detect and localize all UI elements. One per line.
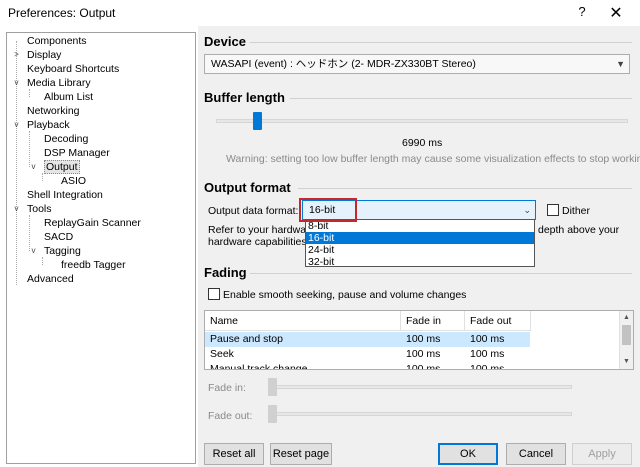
apply-button[interactable]: Apply: [572, 443, 632, 465]
tree-item-label: Networking: [27, 105, 80, 117]
column-header-fade-in[interactable]: Fade in: [401, 311, 465, 331]
tree-item-label: Album List: [44, 91, 94, 103]
device-select-value: WASAPI (event) : ヘッドホン (2- MDR-ZX330BT S…: [211, 58, 476, 70]
refer-text-line1-tail: depth above your: [538, 224, 620, 236]
device-heading: Device: [204, 34, 246, 49]
refer-text-line2: hardware capabilities w: [208, 236, 318, 248]
tree-item-media-library[interactable]: Media Library: [11, 76, 91, 90]
fading-heading: Fading: [204, 265, 247, 280]
title-bar: Preferences: Output ? ✕: [0, 0, 640, 26]
tree-item-label: Advanced: [27, 273, 74, 285]
dither-checkbox[interactable]: [547, 204, 559, 216]
output-format-dropdown[interactable]: 8-bit 16-bit 24-bit 32-bit: [305, 219, 535, 268]
smooth-seeking-label: Enable smooth seeking, pause and volume …: [223, 289, 467, 301]
tree-item-label: SACD: [44, 231, 74, 243]
tree-item-shell-integration[interactable]: Shell Integration: [11, 188, 103, 202]
buffer-heading: Buffer length: [204, 90, 285, 105]
close-button[interactable]: ✕: [604, 3, 628, 23]
column-header-name[interactable]: Name: [205, 311, 401, 331]
table-cell-fade-out[interactable]: 100 ms: [465, 332, 531, 347]
tree-item-dsp-manager[interactable]: DSP Manager: [11, 146, 110, 160]
device-select[interactable]: WASAPI (event) : ヘッドホン (2- MDR-ZX330BT S…: [204, 54, 630, 74]
tree-item-tagging[interactable]: Tagging: [11, 244, 81, 258]
fade-out-slider-thumb: [268, 405, 277, 423]
dropdown-option-24-bit[interactable]: 24-bit: [306, 244, 534, 256]
tree-item-label: Display: [27, 49, 62, 61]
tree-item-asio[interactable]: ASIO: [11, 174, 86, 188]
window-title: Preferences: Output: [8, 6, 116, 20]
table-cell-name[interactable]: Manual track change: [205, 362, 401, 369]
tree-item-freedb-tagger[interactable]: freedb Tagger: [11, 258, 126, 272]
tree-item-replaygain-scanner[interactable]: ReplayGain Scanner: [11, 216, 141, 230]
tree-item-decoding[interactable]: Decoding: [11, 132, 88, 146]
tree-item-label: Playback: [27, 119, 70, 131]
section-divider: [298, 188, 632, 189]
tree-item-label: Tagging: [44, 245, 81, 257]
fade-in-slider-track: [274, 385, 572, 389]
tree-item-components[interactable]: Components: [11, 34, 87, 48]
section-divider: [250, 42, 632, 43]
tree-item-label: Tools: [27, 203, 52, 215]
help-button[interactable]: ?: [572, 4, 592, 22]
scrollbar-thumb[interactable]: [622, 325, 631, 345]
cancel-button[interactable]: Cancel: [506, 443, 566, 465]
table-cell-name[interactable]: Seek: [205, 347, 401, 362]
buffer-value: 6990 ms: [402, 137, 443, 149]
tree-item-networking[interactable]: Networking: [11, 104, 80, 118]
dither-label: Dither: [562, 205, 591, 217]
ok-button[interactable]: OK: [438, 443, 498, 465]
tree-item-keyboard-shortcuts[interactable]: Keyboard Shortcuts: [11, 62, 119, 76]
smooth-seeking-checkbox[interactable]: [208, 288, 220, 300]
dropdown-option-32-bit[interactable]: 32-bit: [306, 256, 534, 268]
table-cell-fade-in[interactable]: 100 ms: [401, 332, 465, 347]
table-cell-fade-in[interactable]: 100 ms: [401, 362, 465, 369]
table-cell-fade-in[interactable]: 100 ms: [401, 347, 465, 362]
chevron-down-icon: ⌄: [523, 205, 531, 215]
buffer-slider-track[interactable]: [216, 119, 628, 123]
reset-all-button[interactable]: Reset all: [204, 443, 264, 465]
fade-list[interactable]: Name Fade in Fade out Pause and stop 100…: [204, 310, 634, 370]
section-divider: [290, 98, 632, 99]
tree-item-label: Keyboard Shortcuts: [27, 63, 120, 75]
tree-item-advanced[interactable]: Advanced: [11, 272, 74, 286]
column-header-fade-out[interactable]: Fade out: [465, 311, 531, 331]
tree-item-label: Components: [27, 35, 87, 47]
reset-page-button[interactable]: Reset page: [270, 443, 332, 465]
tree-item-label: DSP Manager: [44, 147, 110, 159]
fade-out-slider-track: [274, 412, 572, 416]
tree-item-display[interactable]: Display: [11, 48, 61, 62]
section-divider: [250, 273, 632, 274]
output-format-heading: Output format: [204, 180, 291, 195]
fade-in-label: Fade in:: [208, 382, 246, 394]
tree-item-label: Media Library: [27, 77, 91, 89]
fade-out-label: Fade out:: [208, 410, 253, 422]
refer-text-line1: Refer to your hardware: [208, 224, 316, 236]
tree-item-label: Shell Integration: [27, 189, 103, 201]
fade-in-slider-thumb: [268, 378, 277, 396]
buffer-slider-thumb[interactable]: [252, 112, 262, 130]
table-cell-fade-out[interactable]: 100 ms: [465, 347, 531, 362]
tree-item-label: Output: [44, 160, 80, 174]
chevron-down-icon: ▼: [616, 59, 625, 69]
tree-item-label: freedb Tagger: [61, 259, 126, 271]
tree-item-album-list[interactable]: Album List: [11, 90, 93, 104]
output-data-format-label: Output data format:: [208, 205, 299, 217]
scroll-up-icon[interactable]: ▲: [620, 311, 633, 325]
tree-item-label: ASIO: [61, 175, 87, 187]
tree-item-label: Decoding: [44, 133, 89, 145]
list-scrollbar[interactable]: ▲ ▼: [619, 311, 633, 369]
table-cell-fade-out[interactable]: 100 ms: [465, 362, 531, 369]
tree-item-playback[interactable]: Playback: [11, 118, 70, 132]
scroll-down-icon[interactable]: ▼: [620, 355, 633, 369]
preferences-tree[interactable]: Components > Display Keyboard Shortcuts …: [6, 32, 196, 464]
highlight-annotation-box: [299, 198, 357, 222]
table-cell-name[interactable]: Pause and stop: [205, 332, 401, 347]
dropdown-option-16-bit[interactable]: 16-bit: [306, 232, 534, 244]
buffer-warning: Warning: setting too low buffer length m…: [226, 153, 640, 165]
tree-item-sacd[interactable]: SACD: [11, 230, 73, 244]
tree-item-label: ReplayGain Scanner: [44, 217, 141, 229]
tree-item-output[interactable]: Output: [11, 160, 80, 174]
tree-item-tools[interactable]: Tools: [11, 202, 52, 216]
